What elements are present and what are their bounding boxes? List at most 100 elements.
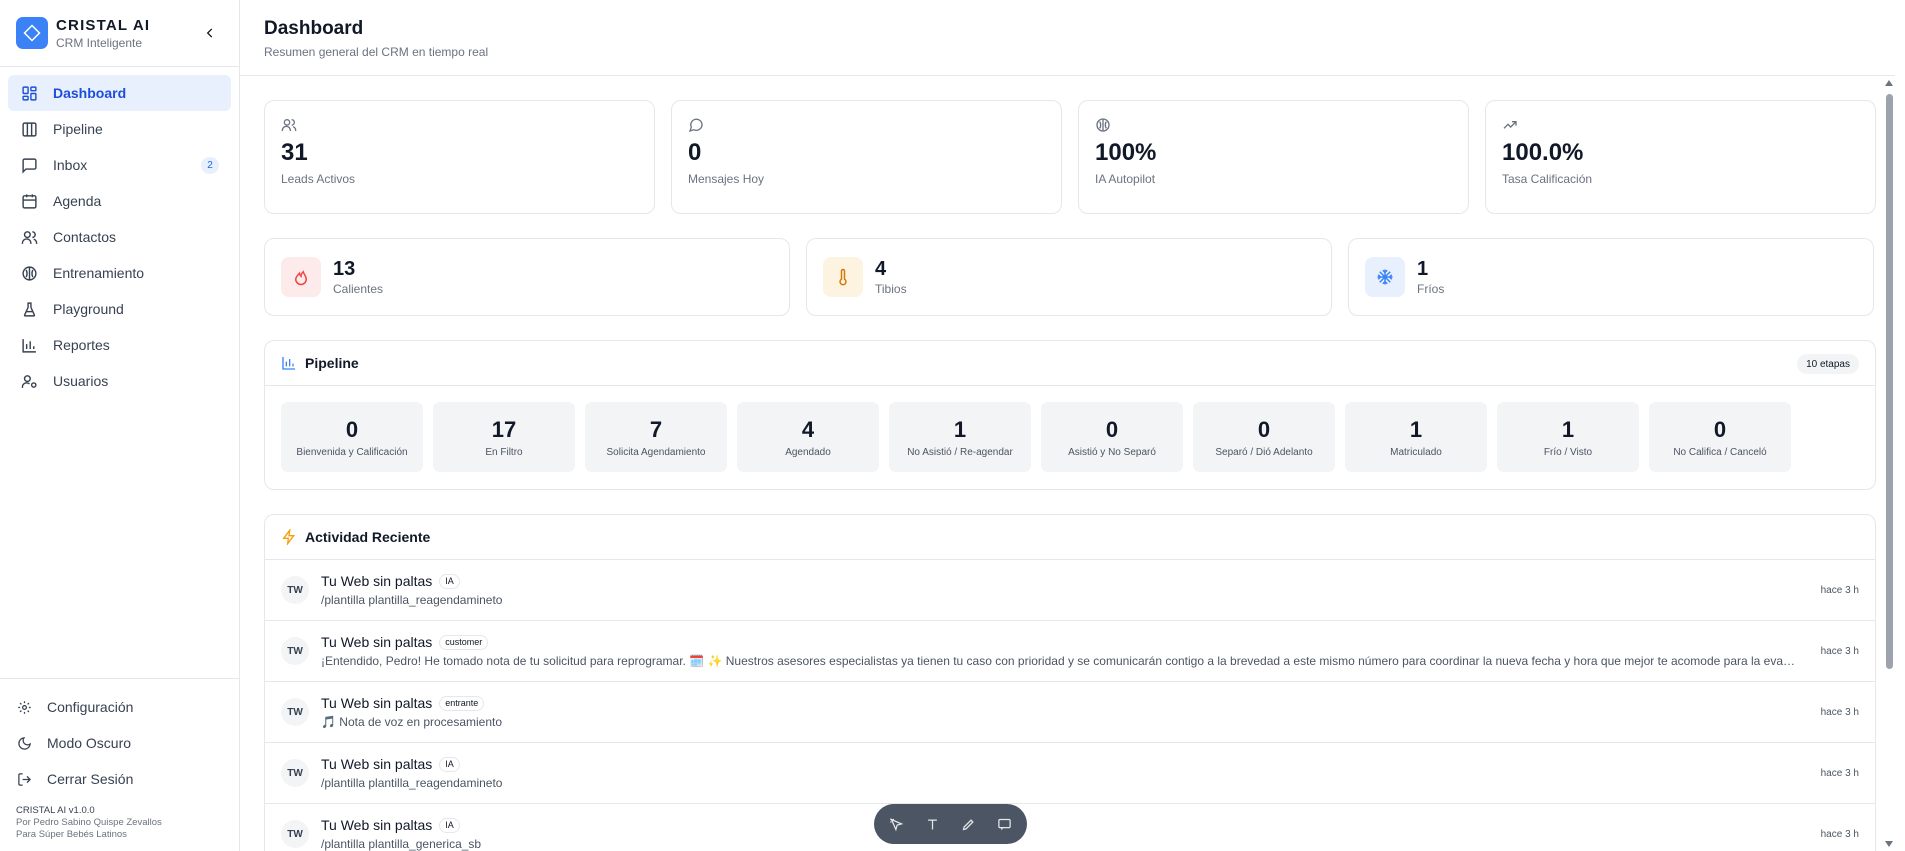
stat-label: Mensajes Hoy (688, 172, 765, 186)
sidebar-item-dashboard[interactable]: Dashboard (8, 75, 231, 111)
main-content: Dashboard Resumen general del CRM en tie… (240, 0, 1895, 851)
activity-time: hace 3 h (1820, 646, 1859, 657)
stage-count: 4 (801, 416, 815, 442)
temp-card-cold: 1 Fríos (1348, 238, 1874, 316)
activity-contact-name: Tu Web sin paltas (321, 817, 433, 833)
avatar: TW (281, 820, 309, 848)
scrollbar-thumb[interactable] (1886, 94, 1893, 669)
version-info: CRISTAL AI v1.0.0 Por Pedro Sabino Quisp… (0, 797, 239, 851)
comment-tool-button[interactable] (994, 813, 1016, 835)
sidebar-item-playground[interactable]: Playground (8, 291, 231, 327)
pipeline-stage[interactable]: 17 En Filtro (433, 402, 575, 472)
stage-name: No Asistió / Re-agendar (907, 446, 1013, 458)
trending-up-icon (1503, 121, 1517, 129)
sidebar-item-label: Inbox (53, 157, 88, 173)
activity-item[interactable]: TW Tu Web sin paltas entrante 🎵 Nota de v… (265, 682, 1875, 743)
lead-temperature-row: 13 Calientes 4 Tibios 1 Fríos (264, 238, 1876, 316)
sidebar-item-label: Playground (53, 301, 124, 317)
user-cog-icon (20, 372, 38, 390)
sidebar-item-pipeline[interactable]: Pipeline (8, 111, 231, 147)
activity-item[interactable]: TW Tu Web sin paltas IA /plantilla planti… (265, 743, 1875, 804)
chevron-left-icon (206, 28, 213, 38)
activity-title: Actividad Reciente (305, 529, 431, 545)
stat-card-qualification: 100.0% Tasa Calificación (1485, 100, 1876, 214)
stat-card-autopilot: 100% IA Autopilot (1078, 100, 1469, 214)
brain-icon (20, 264, 38, 282)
brand-header: CRISTAL AI CRM Inteligente (0, 0, 239, 67)
sidebar-item-label: Usuarios (53, 373, 109, 389)
activity-message: /plantilla plantilla_generica_sb (321, 837, 482, 851)
activity-contact-name: Tu Web sin paltas (321, 695, 433, 711)
stat-card-messages: 0 Mensajes Hoy (671, 100, 1062, 214)
pipeline-stage[interactable]: 0 Separó / Dió Adelanto (1193, 402, 1335, 472)
pipeline-title: Pipeline (305, 355, 359, 371)
sidebar-item-reportes[interactable]: Reportes (8, 327, 231, 363)
avatar: TW (281, 637, 309, 665)
sidebar-item-inbox[interactable]: Inbox 2 (8, 147, 231, 183)
pipeline-stage[interactable]: 1 Matriculado (1345, 402, 1487, 472)
activity-time: hace 3 h (1820, 829, 1859, 840)
logout-button[interactable]: Cerrar Sesión (0, 761, 239, 797)
pipeline-stage[interactable]: 4 Agendado (737, 402, 879, 472)
pipeline-stages: 0 Bienvenida y Calificación 17 En Filtro 7… (265, 386, 1875, 488)
pipeline-stage[interactable]: 0 No Califica / Canceló (1649, 402, 1791, 472)
stat-label: IA Autopilot (1095, 172, 1156, 186)
sidebar-footer: Configuración Modo Oscuro Cerrar Sesión … (0, 678, 239, 851)
text-tool-button[interactable] (922, 813, 944, 835)
page-title: Dashboard (264, 18, 364, 39)
temp-card-warm: 4 Tibios (806, 238, 1332, 316)
activity-tag: customer (439, 634, 489, 650)
stage-count: 1 (1561, 416, 1575, 442)
sidebar-item-usuarios[interactable]: Usuarios (8, 363, 231, 399)
pipeline-stage[interactable]: 0 Bienvenida y Calificación (281, 402, 423, 472)
pipeline-header: Pipeline 10 etapas (265, 341, 1875, 386)
pipeline-stage[interactable]: 1 No Asistió / Re-agendar (889, 402, 1031, 472)
activity-time: hace 3 h (1820, 585, 1859, 596)
pipeline-section: Pipeline 10 etapas 0 Bienvenida y Calific… (264, 340, 1876, 490)
bar-chart-icon (20, 336, 38, 354)
moon-icon (16, 735, 32, 751)
stage-name: En Filtro (485, 446, 523, 458)
sidebar-item-contactos[interactable]: Contactos (8, 219, 231, 255)
activity-item[interactable]: TW Tu Web sin paltas IA /plantilla planti… (265, 560, 1875, 621)
pencil-icon (962, 818, 974, 830)
pen-tool-button[interactable] (958, 813, 980, 835)
activity-contact-name: Tu Web sin paltas (321, 756, 433, 772)
message-icon (20, 156, 38, 174)
inbox-count-badge: 2 (201, 157, 219, 174)
activity-contact-name: Tu Web sin paltas (321, 573, 433, 589)
stage-name: Bienvenida y Calificación (296, 446, 408, 458)
stage-name: Agendado (785, 446, 831, 458)
sidebar-item-agenda[interactable]: Agenda (8, 183, 231, 219)
sidebar-item-label: Agenda (53, 193, 102, 209)
gear-icon (16, 699, 32, 715)
collapse-sidebar-button[interactable] (201, 24, 219, 42)
scroll-up-arrow-icon[interactable] (1885, 80, 1893, 86)
scroll-down-arrow-icon[interactable] (1885, 841, 1893, 847)
dark-mode-toggle[interactable]: Modo Oscuro (0, 725, 239, 761)
stat-label: Leads Activos (281, 172, 356, 186)
stage-count: 17 (491, 416, 517, 442)
stage-count: 1 (953, 416, 967, 442)
temp-label: Tibios (875, 282, 907, 296)
diamond-logo-icon (16, 17, 48, 49)
configuracion-button[interactable]: Configuración (0, 689, 239, 725)
pipeline-stage[interactable]: 7 Solicita Agendamiento (585, 402, 727, 472)
activity-item[interactable]: TW Tu Web sin paltas customer ¡Entendido,… (265, 621, 1875, 682)
stage-count: 1 (1409, 416, 1423, 442)
pipeline-stage-count-badge: 10 etapas (1797, 354, 1859, 374)
stat-value: 31 (281, 139, 308, 166)
credit-author: Por Pedro Sabino Quispe Zevallos (16, 817, 162, 828)
select-tool-button[interactable] (886, 813, 908, 835)
vertical-scrollbar[interactable] (1883, 76, 1895, 851)
activity-tag: entrante (439, 695, 485, 711)
columns-icon (20, 120, 38, 138)
pipeline-stage[interactable]: 1 Frío / Visto (1497, 402, 1639, 472)
configuracion-label: Configuración (47, 699, 134, 715)
version-text: CRISTAL AI v1.0.0 (16, 805, 95, 816)
activity-item[interactable]: TW Tu Web sin paltas IA /plantilla planti… (265, 804, 1875, 851)
activity-message: ¡Entendido, Pedro! He tomado nota de tu … (321, 654, 1796, 668)
stats-row: 31 Leads Activos 0 Mensajes Hoy 100% IA … (264, 100, 1876, 214)
pipeline-stage[interactable]: 0 Asistió y No Separó (1041, 402, 1183, 472)
sidebar-item-entrenamiento[interactable]: Entrenamiento (8, 255, 231, 291)
